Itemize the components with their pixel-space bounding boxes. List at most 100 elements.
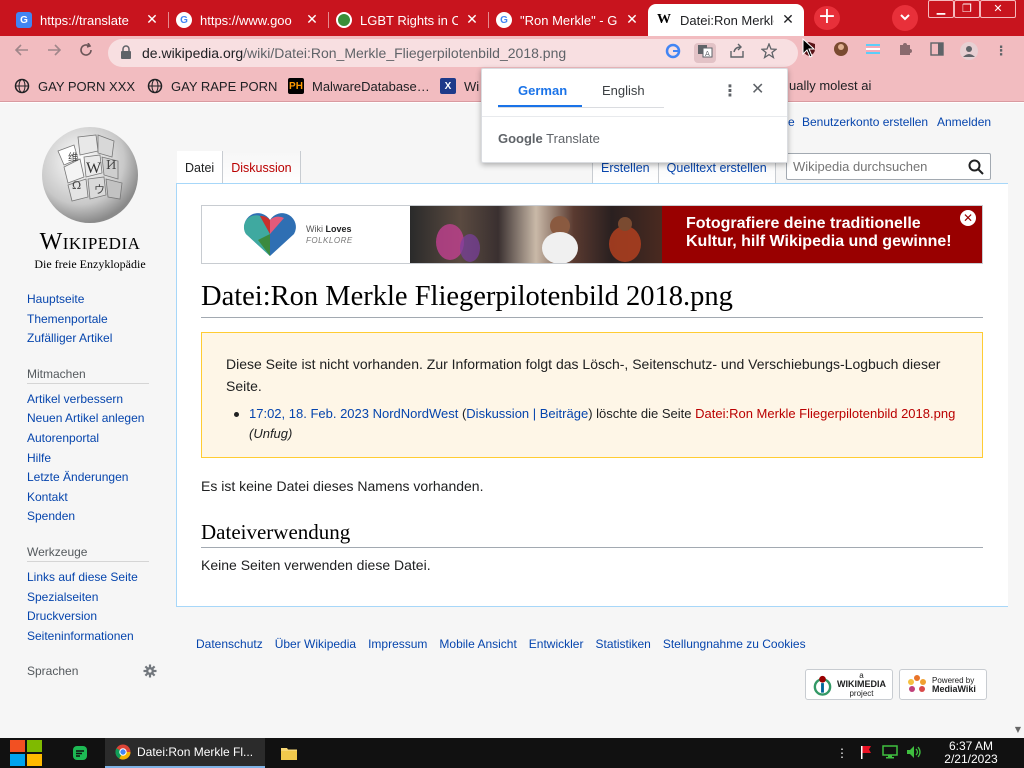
footer-link-mobile-ansicht[interactable]: Mobile Ansicht <box>439 637 516 651</box>
taskbar-app-explorer[interactable] <box>281 738 297 768</box>
forward-button[interactable] <box>42 40 66 64</box>
system-clock[interactable]: 6:37 AM 2/21/2023 <box>936 740 1006 766</box>
sidebar-item-hauptseite[interactable]: Hauptseite <box>27 290 157 310</box>
sidebar-item-seiteninformationen[interactable]: Seiteninformationen <box>27 627 157 647</box>
trans-flag-icon <box>866 44 880 54</box>
wikimedia-project-badge[interactable]: a WIKIMEDIA project <box>805 669 893 700</box>
sidebar-item-artikel-verbessern[interactable]: Artikel verbessern <box>27 390 157 410</box>
footer-link-ueber-wikipedia[interactable]: Über Wikipedia <box>275 637 356 651</box>
bookmark-1[interactable]: GAY PORN XXX <box>14 78 135 94</box>
footer-link-statistiken[interactable]: Statistiken <box>595 637 650 651</box>
login-link[interactable]: Anmelden <box>937 115 991 129</box>
profile-button[interactable] <box>958 41 980 63</box>
arrow-left-icon <box>14 44 28 56</box>
scroll-down-arrow-icon[interactable]: ▼ <box>1015 725 1021 734</box>
profile-photo-icon <box>834 42 848 56</box>
reload-button[interactable] <box>74 40 98 64</box>
close-tab-icon[interactable]: ✕ <box>464 12 480 28</box>
translate-options-icon[interactable]: ⋮ <box>722 81 738 100</box>
footer-link-entwickler[interactable]: Entwickler <box>529 637 584 651</box>
sidebar-item-links-auf-diese-seite[interactable]: Links auf diese Seite <box>27 568 157 588</box>
translate-source-german[interactable]: German <box>518 83 567 98</box>
log-entry: 17:02, 18. Feb. 2023 NordNordWest (Disku… <box>234 404 974 444</box>
sidebar-item-hilfe[interactable]: Hilfe <box>27 449 157 469</box>
translate-page-icon[interactable]: A <box>694 43 716 63</box>
share-icon[interactable] <box>726 43 748 63</box>
browser-tab-2[interactable]: G https://www.goo ✕ <box>168 4 328 36</box>
tab-datei[interactable]: Datei <box>177 151 224 183</box>
maximize-button[interactable]: ❐ <box>954 0 980 18</box>
bookmark-5[interactable]: ually molest ai <box>789 78 871 93</box>
search-input[interactable] <box>787 154 957 179</box>
extension-flag-icon[interactable] <box>862 41 884 63</box>
translate-target-english[interactable]: English <box>602 83 645 98</box>
extension-avatar-icon[interactable] <box>830 41 852 63</box>
bookmark-star-icon[interactable] <box>758 42 780 63</box>
footer-link-impressum[interactable]: Impressum <box>368 637 427 651</box>
chevron-down-icon <box>900 14 910 21</box>
close-tab-icon[interactable]: ✕ <box>144 12 160 28</box>
browser-tab-1[interactable]: G https://translate ✕ <box>8 4 168 36</box>
tab-search-button[interactable] <box>892 5 918 31</box>
footer-link-datenschutz[interactable]: Datenschutz <box>196 637 263 651</box>
footer-link-cookies[interactable]: Stellungnahme zu Cookies <box>663 637 806 651</box>
close-tab-icon[interactable]: ✕ <box>780 12 796 28</box>
gear-icon[interactable] <box>143 664 157 678</box>
bookmark-3[interactable]: PH MalwareDatabase… <box>288 78 430 94</box>
bookmark-label: GAY PORN XXX <box>38 78 136 94</box>
sidebar-item-autorenportal[interactable]: Autorenportal <box>27 429 157 449</box>
extensions-button[interactable] <box>894 41 916 63</box>
namespace-tabs: Datei Diskussion <box>177 151 301 183</box>
close-tab-icon[interactable]: ✕ <box>624 12 640 28</box>
side-panel-button[interactable] <box>926 41 948 63</box>
page-scrollbar[interactable]: ▼ <box>1010 103 1024 738</box>
wikimedia-badge-text: a WIKIMEDIA project <box>837 671 886 698</box>
chrome-menu-button[interactable]: ⋮ <box>990 41 1012 63</box>
back-button[interactable] <box>10 40 34 64</box>
translate-close-icon[interactable]: ✕ <box>751 79 764 98</box>
browser-tab-active[interactable]: W Datei:Ron Merkle ✕ <box>648 4 804 36</box>
new-tab-button[interactable]: + <box>814 6 840 30</box>
green-circle-icon <box>336 12 352 28</box>
bookmark-4[interactable]: X Wi <box>440 78 479 94</box>
browser-tab-3[interactable]: LGBT Rights in C ✕ <box>328 4 488 36</box>
tab-diskussion[interactable]: Diskussion <box>223 151 301 183</box>
create-account-link[interactable]: Benutzerkonto erstellen <box>802 115 928 129</box>
tab-title: https://www.goo <box>200 12 292 28</box>
tray-flag-icon[interactable] <box>858 745 874 761</box>
close-banner-icon[interactable]: ✕ <box>960 210 976 226</box>
log-timestamp-link[interactable]: 17:02, 18. Feb. 2023 <box>249 406 369 421</box>
portal-heading: Werkzeuge <box>27 542 149 562</box>
sidebar-item-letzte-aenderungen[interactable]: Letzte Änderungen <box>27 468 157 488</box>
browser-tab-4[interactable]: G "Ron Merkle" - G ✕ <box>488 4 648 36</box>
sidebar-item-druckversion[interactable]: Druckversion <box>27 607 157 627</box>
sidebar-item-themenportale[interactable]: Themenportale <box>27 310 157 330</box>
address-bar[interactable]: de.wikipedia.org/wiki/Datei:Ron_Merkle_F… <box>108 39 798 67</box>
taskbar-app-chrome[interactable]: Datei:Ron Merkle Fl... <box>105 738 265 768</box>
tray-network-icon[interactable] <box>882 745 898 761</box>
personal-link-partial[interactable]: e <box>788 115 795 129</box>
log-page-link[interactable]: Datei:Ron Merkle Fliegerpilotenbild 2018… <box>695 406 955 421</box>
sidebar-item-spezialseiten[interactable]: Spezialseiten <box>27 588 157 608</box>
log-contribs-link[interactable]: Beiträge <box>540 406 588 421</box>
sidebar-item-kontakt[interactable]: Kontakt <box>27 488 157 508</box>
sidebar-item-neuen-artikel[interactable]: Neuen Artikel anlegen <box>27 409 157 429</box>
sidebar-item-zufaelliger-artikel[interactable]: Zufälliger Artikel <box>27 329 157 349</box>
powered-by-mediawiki-badge[interactable]: Powered by MediaWiki <box>899 669 987 700</box>
campaign-banner[interactable]: Wiki Loves FOLKLORE Fotografiere deine t… <box>201 205 983 264</box>
bookmark-2[interactable]: GAY RAPE PORN <box>147 78 277 94</box>
tray-volume-icon[interactable] <box>906 745 922 761</box>
minimize-button[interactable]: ▁ <box>928 0 954 18</box>
taskbar-app-spotify[interactable] <box>72 738 88 768</box>
bookmark-globe-icon <box>147 78 163 94</box>
search-icon[interactable] <box>968 159 984 175</box>
arrow-right-icon <box>48 44 62 56</box>
google-lens-icon[interactable] <box>662 43 684 63</box>
close-window-button[interactable]: ✕ <box>980 0 1016 18</box>
log-talk-link[interactable]: Diskussion <box>466 406 529 421</box>
sidebar-item-spenden[interactable]: Spenden <box>27 507 157 527</box>
log-user-link[interactable]: NordNordWest <box>373 406 459 421</box>
close-tab-icon[interactable]: ✕ <box>304 12 320 28</box>
tray-overflow-icon[interactable]: ⋮ <box>834 745 850 761</box>
windows-start-icon[interactable] <box>10 740 42 766</box>
